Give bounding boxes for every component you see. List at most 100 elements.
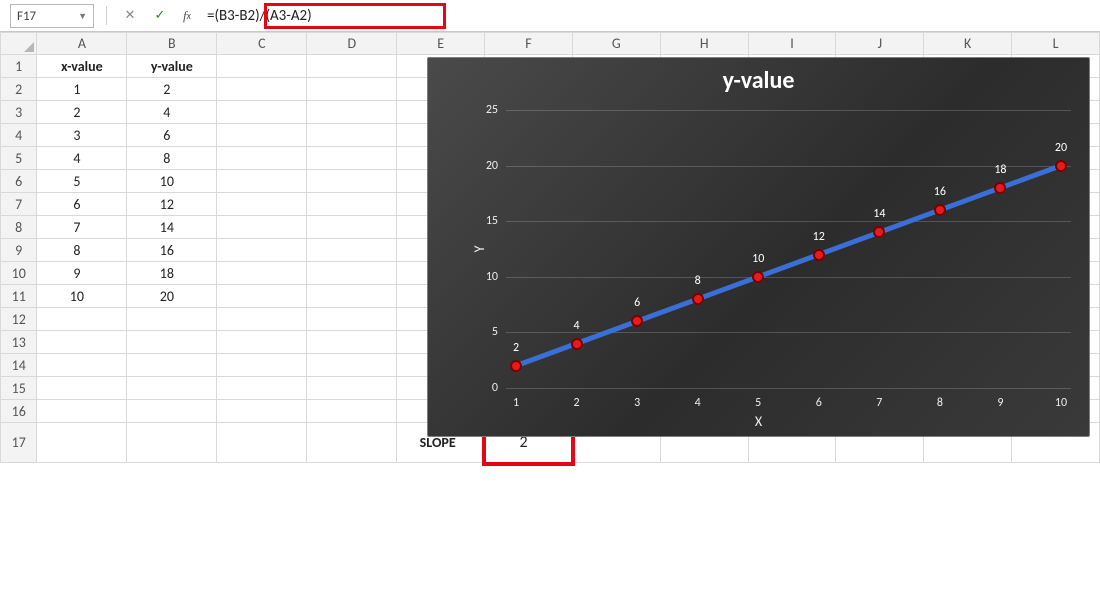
- cell-B8[interactable]: 14: [127, 216, 217, 239]
- cell[interactable]: [307, 55, 397, 78]
- cell[interactable]: [217, 308, 307, 331]
- cell[interactable]: [127, 331, 217, 354]
- cell-A9[interactable]: 8: [37, 239, 127, 262]
- cell[interactable]: [37, 308, 127, 331]
- cell-B3[interactable]: 4: [127, 101, 217, 124]
- cell-B9[interactable]: 16: [127, 239, 217, 262]
- cell[interactable]: [37, 423, 127, 463]
- col-header-I[interactable]: I: [748, 33, 836, 55]
- cell[interactable]: [127, 354, 217, 377]
- row-header-8[interactable]: 8: [1, 216, 37, 239]
- fx-icon[interactable]: fx: [179, 4, 195, 27]
- col-header-E[interactable]: E: [397, 33, 485, 55]
- row-header-1[interactable]: 1: [1, 55, 37, 78]
- cell[interactable]: [127, 423, 217, 463]
- cell[interactable]: [217, 423, 307, 463]
- col-header-C[interactable]: C: [217, 33, 307, 55]
- cell[interactable]: [217, 285, 307, 308]
- cell-B5[interactable]: 8: [127, 147, 217, 170]
- col-header-D[interactable]: D: [307, 33, 397, 55]
- cell-A2[interactable]: 1: [37, 78, 127, 101]
- col-header-L[interactable]: L: [1012, 33, 1100, 55]
- cell-B6[interactable]: 10: [127, 170, 217, 193]
- row-header-15[interactable]: 15: [1, 377, 37, 400]
- cell[interactable]: [217, 124, 307, 147]
- cell[interactable]: [37, 377, 127, 400]
- cell-A11[interactable]: 10: [37, 285, 127, 308]
- cell-A6[interactable]: 5: [37, 170, 127, 193]
- col-header-G[interactable]: G: [572, 33, 660, 55]
- cell[interactable]: [307, 78, 397, 101]
- row-header-3[interactable]: 3: [1, 101, 37, 124]
- cell-B11[interactable]: 20: [127, 285, 217, 308]
- cell[interactable]: [307, 354, 397, 377]
- cell[interactable]: [307, 331, 397, 354]
- cell[interactable]: [127, 308, 217, 331]
- cell[interactable]: [37, 400, 127, 423]
- row-header-11[interactable]: 11: [1, 285, 37, 308]
- cell-A3[interactable]: 2: [37, 101, 127, 124]
- col-header-J[interactable]: J: [836, 33, 924, 55]
- cell[interactable]: [127, 400, 217, 423]
- name-box[interactable]: F17 ▼: [10, 4, 94, 28]
- cell[interactable]: [217, 170, 307, 193]
- cell[interactable]: [307, 216, 397, 239]
- col-header-A[interactable]: A: [37, 33, 127, 55]
- row-header-13[interactable]: 13: [1, 331, 37, 354]
- cell[interactable]: [217, 55, 307, 78]
- cell[interactable]: [307, 400, 397, 423]
- select-all-corner[interactable]: [1, 33, 37, 55]
- cell[interactable]: [217, 147, 307, 170]
- cancel-icon[interactable]: ✕: [119, 4, 141, 27]
- row-header-12[interactable]: 12: [1, 308, 37, 331]
- cell[interactable]: [37, 331, 127, 354]
- cell[interactable]: [217, 262, 307, 285]
- cell-B2[interactable]: 2: [127, 78, 217, 101]
- cell[interactable]: [37, 354, 127, 377]
- enter-icon[interactable]: ✓: [149, 4, 171, 27]
- cell[interactable]: [307, 285, 397, 308]
- cell[interactable]: [217, 377, 307, 400]
- cell-B4[interactable]: 6: [127, 124, 217, 147]
- row-header-17[interactable]: 17: [1, 423, 37, 463]
- cell[interactable]: [217, 239, 307, 262]
- cell[interactable]: [217, 400, 307, 423]
- row-header-7[interactable]: 7: [1, 193, 37, 216]
- formula-input[interactable]: =(B3-B2)/(A3-A2): [203, 4, 1090, 27]
- cell[interactable]: [217, 193, 307, 216]
- cell[interactable]: [307, 262, 397, 285]
- cell-A7[interactable]: 6: [37, 193, 127, 216]
- cell[interactable]: [217, 216, 307, 239]
- cell[interactable]: [217, 354, 307, 377]
- cell[interactable]: [307, 170, 397, 193]
- cell[interactable]: [307, 101, 397, 124]
- row-header-5[interactable]: 5: [1, 147, 37, 170]
- cell-B7[interactable]: 12: [127, 193, 217, 216]
- cell[interactable]: [307, 423, 397, 463]
- cell[interactable]: [307, 308, 397, 331]
- col-header-B[interactable]: B: [127, 33, 217, 55]
- col-header-H[interactable]: H: [660, 33, 748, 55]
- chart[interactable]: y-value Y 051015202521426384105126147168…: [427, 57, 1090, 437]
- cell[interactable]: [217, 101, 307, 124]
- cell-A8[interactable]: 7: [37, 216, 127, 239]
- cell[interactable]: [307, 239, 397, 262]
- col-header-F[interactable]: F: [485, 33, 573, 55]
- row-header-6[interactable]: 6: [1, 170, 37, 193]
- cell[interactable]: [307, 193, 397, 216]
- cell-A5[interactable]: 4: [37, 147, 127, 170]
- row-header-4[interactable]: 4: [1, 124, 37, 147]
- row-header-10[interactable]: 10: [1, 262, 37, 285]
- cell-A1[interactable]: x-value: [37, 55, 127, 78]
- cell-A10[interactable]: 9: [37, 262, 127, 285]
- row-header-16[interactable]: 16: [1, 400, 37, 423]
- cell[interactable]: [307, 377, 397, 400]
- row-header-2[interactable]: 2: [1, 78, 37, 101]
- chevron-down-icon[interactable]: ▼: [78, 11, 87, 22]
- col-header-K[interactable]: K: [924, 33, 1012, 55]
- worksheet[interactable]: A B C D E F G H I J K L 1 x-value y-valu…: [0, 32, 1100, 591]
- cell-B1[interactable]: y-value: [127, 55, 217, 78]
- cell[interactable]: [307, 147, 397, 170]
- row-header-14[interactable]: 14: [1, 354, 37, 377]
- cell-B10[interactable]: 18: [127, 262, 217, 285]
